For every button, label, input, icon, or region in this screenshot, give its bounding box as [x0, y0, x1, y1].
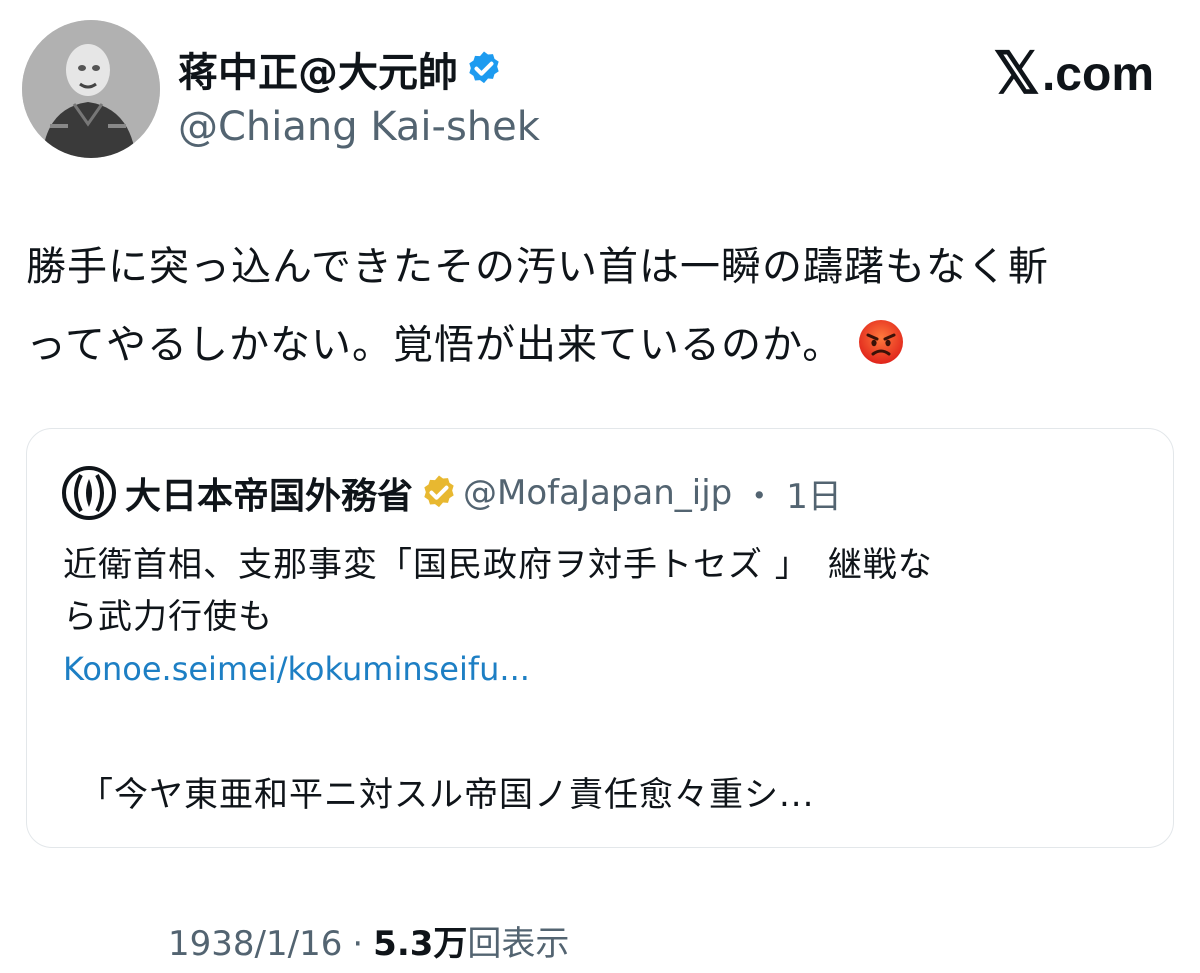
author-handle[interactable]: @Chiang Kai-shek	[178, 104, 540, 150]
quoted-author-name[interactable]: 大日本帝国外務省	[125, 467, 413, 519]
quoted-line-2: ら武力行使も	[63, 597, 273, 637]
quoted-author-handle[interactable]: @MofaJapan_ijp	[463, 473, 732, 513]
avatar-photo	[22, 20, 160, 158]
quoted-timestamp[interactable]: 1日	[786, 469, 842, 518]
quoted-tweet-card[interactable]: 大日本帝国外務省 @MofaJapan_ijp ・ 1日 近衛首相、支那事変「国…	[26, 428, 1174, 848]
views-label: 回表示	[467, 924, 570, 964]
gold-verified-badge-icon	[424, 475, 454, 508]
tweet-line-2-text: ってやるしかない。覚悟が出来ているのか。	[26, 322, 844, 368]
author-name-row: 蒋中正@大元帥	[178, 44, 504, 96]
x-logo-icon: 𝕏	[993, 41, 1040, 106]
tweet-text: 勝手に突っ込んできたその汚い首は一瞬の躊躇もなく斬 ってやるしかない。覚悟が出来…	[26, 228, 1186, 384]
quoted-link[interactable]: Konoe.seimei/kokuminseifu...	[63, 643, 1143, 695]
author-display-name[interactable]: 蒋中正@大元帥	[178, 40, 458, 98]
quoted-excerpt: 「今ヤ東亜和平ニ対スル帝国ノ責任愈々重シ...	[79, 775, 815, 815]
x-com-logo: 𝕏 .com	[993, 41, 1154, 106]
mofa-emblem-icon	[62, 466, 116, 520]
author-avatar[interactable]	[22, 20, 160, 158]
quoted-tweet-text: 近衛首相、支那事変「国民政府ヲ対手トセズ 」 継戦な ら武力行使も Konoe.…	[63, 539, 1143, 695]
tweet-line-2: ってやるしかない。覚悟が出来ているのか。	[26, 306, 1186, 384]
quoted-separator: ・	[742, 476, 777, 517]
verified-badge-icon	[469, 51, 499, 84]
views-count: 5.3万	[373, 924, 468, 964]
tweet-meta: 1938/1/16 · 5.3万 回表示	[168, 916, 569, 965]
meta-separator: ·	[352, 924, 364, 964]
angry-face-icon	[859, 320, 904, 364]
site-suffix: .com	[1041, 47, 1154, 101]
quoted-tweet-header: 大日本帝国外務省 @MofaJapan_ijp ・ 1日	[61, 465, 842, 521]
tweet-line-1: 勝手に突っ込んできたその汚い首は一瞬の躊躇もなく斬	[26, 244, 1049, 290]
tweet-date[interactable]: 1938/1/16	[168, 924, 342, 964]
quoted-line-1: 近衛首相、支那事変「国民政府ヲ対手トセズ 」 継戦な	[63, 545, 933, 585]
